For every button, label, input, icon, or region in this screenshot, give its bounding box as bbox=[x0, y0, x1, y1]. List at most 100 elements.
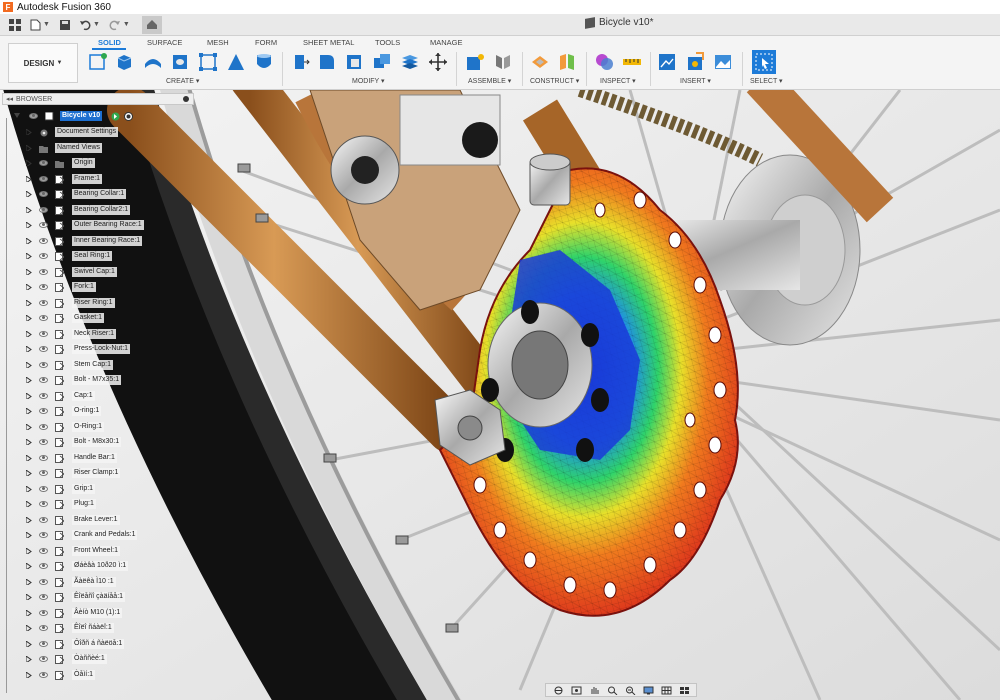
tree-item-label[interactable]: Outer Bearing Race:1 bbox=[72, 220, 144, 230]
expand-right-icon[interactable] bbox=[26, 517, 32, 523]
activate-icon[interactable] bbox=[111, 112, 120, 121]
tab-mesh[interactable]: MESH bbox=[207, 38, 229, 47]
expand-right-icon[interactable] bbox=[26, 191, 32, 197]
visibility-eye-icon[interactable] bbox=[39, 300, 48, 306]
pan-button[interactable] bbox=[589, 686, 600, 695]
visibility-eye-icon[interactable] bbox=[39, 532, 48, 538]
visibility-eye-icon[interactable] bbox=[39, 238, 48, 244]
tree-item-label[interactable]: O-ring:1 bbox=[72, 406, 102, 416]
visibility-eye-icon[interactable] bbox=[39, 207, 48, 213]
fillet-button[interactable] bbox=[317, 52, 337, 72]
tree-item-label[interactable]: Fork:1 bbox=[72, 282, 96, 292]
visibility-eye-icon[interactable] bbox=[39, 656, 48, 662]
expand-right-icon[interactable] bbox=[26, 284, 32, 290]
display-settings-button[interactable] bbox=[643, 686, 654, 695]
split-body-button[interactable] bbox=[400, 52, 420, 72]
expand-right-icon[interactable] bbox=[26, 331, 32, 337]
fit-button[interactable] bbox=[625, 686, 636, 695]
visibility-eye-icon[interactable] bbox=[39, 377, 48, 383]
tree-item-label[interactable]: O-Ring:1 bbox=[72, 422, 105, 432]
expand-right-icon[interactable] bbox=[26, 455, 32, 461]
home-button[interactable] bbox=[141, 15, 162, 34]
visibility-eye-icon[interactable] bbox=[39, 393, 48, 399]
tree-item-label[interactable]: Brake Lever:1 bbox=[72, 515, 120, 525]
pattern-button[interactable] bbox=[198, 52, 218, 72]
tree-item-label[interactable]: Ãàëêà Ì10 :1 bbox=[72, 577, 116, 587]
viewports-button[interactable] bbox=[679, 686, 690, 695]
file-menu-caret-icon[interactable]: ▼ bbox=[43, 21, 50, 28]
tree-item-label[interactable]: Inner Bearing Race:1 bbox=[72, 236, 143, 246]
midplane-button[interactable] bbox=[557, 52, 577, 72]
visibility-eye-icon[interactable] bbox=[39, 284, 48, 290]
expand-right-icon[interactable] bbox=[26, 579, 32, 585]
sweep-button[interactable] bbox=[226, 52, 246, 72]
grid-settings-button[interactable] bbox=[661, 686, 672, 695]
visibility-eye-icon[interactable] bbox=[39, 548, 48, 554]
tree-item-label[interactable]: Press-Lock-Nut:1 bbox=[72, 344, 131, 354]
tab-solid[interactable]: SOLID bbox=[98, 38, 121, 47]
visibility-eye-icon[interactable] bbox=[39, 610, 48, 616]
shell-button[interactable] bbox=[344, 52, 364, 72]
tree-item-label[interactable]: Ôîðñ á ñàëöå:1 bbox=[72, 639, 125, 649]
expand-right-icon[interactable] bbox=[26, 610, 32, 616]
offset-plane-button[interactable] bbox=[530, 52, 550, 72]
extrude-button[interactable] bbox=[114, 52, 134, 72]
tree-item-label[interactable]: Òàññèé:1 bbox=[72, 654, 107, 664]
visibility-eye-icon[interactable] bbox=[39, 176, 48, 182]
tree-item-label[interactable]: Origin bbox=[72, 158, 95, 168]
expand-right-icon[interactable] bbox=[26, 470, 32, 476]
tree-item-label[interactable]: Crank and Pedals:1 bbox=[72, 530, 138, 540]
undo-caret-icon[interactable]: ▼ bbox=[93, 21, 100, 28]
tab-tools[interactable]: TOOLS bbox=[375, 38, 400, 47]
document-tab[interactable]: Bicycle v10* bbox=[585, 16, 653, 29]
tab-surface[interactable]: SURFACE bbox=[147, 38, 182, 47]
expand-right-icon[interactable] bbox=[26, 563, 32, 569]
expand-right-icon[interactable] bbox=[26, 253, 32, 259]
expand-right-icon[interactable] bbox=[26, 269, 32, 275]
expand-right-icon[interactable] bbox=[26, 300, 32, 306]
tree-item-label[interactable]: Front Wheel:1 bbox=[72, 546, 120, 556]
tree-item-label[interactable]: Handle Bar:1 bbox=[72, 453, 117, 463]
tree-item-label[interactable]: Êîëî ñáàëî:1 bbox=[72, 623, 114, 633]
visibility-eye-icon[interactable] bbox=[39, 625, 48, 631]
visibility-eye-icon[interactable] bbox=[39, 594, 48, 600]
expand-right-icon[interactable] bbox=[26, 377, 32, 383]
tree-item-label[interactable]: Gasket:1 bbox=[72, 313, 105, 323]
expand-right-icon[interactable] bbox=[26, 207, 32, 213]
joint-button[interactable] bbox=[493, 52, 513, 72]
tree-item-label[interactable]: Stem Cap:1 bbox=[72, 360, 113, 370]
expand-right-icon[interactable] bbox=[26, 439, 32, 445]
expand-right-icon[interactable] bbox=[26, 315, 32, 321]
visibility-eye-icon[interactable] bbox=[39, 641, 48, 647]
create-menu[interactable]: CREATE ▾ bbox=[166, 77, 199, 85]
expand-right-icon[interactable] bbox=[26, 625, 32, 631]
visibility-eye-icon[interactable] bbox=[39, 222, 48, 228]
zoom-button[interactable] bbox=[607, 686, 618, 695]
tree-item-label[interactable]: Âèíò M10 (1):1 bbox=[72, 608, 123, 618]
workspace-switcher[interactable]: DESIGN ▼ bbox=[8, 43, 78, 83]
expand-right-icon[interactable] bbox=[26, 129, 32, 135]
tree-item-label[interactable]: Bearing Collar2:1 bbox=[72, 205, 131, 215]
visibility-eye-icon[interactable] bbox=[39, 408, 48, 414]
look-at-button[interactable] bbox=[571, 686, 582, 695]
browser-panel-header[interactable]: ◂◂ BROWSER bbox=[2, 93, 194, 105]
hole-button[interactable] bbox=[170, 52, 190, 72]
visibility-eye-icon[interactable] bbox=[39, 439, 48, 445]
tree-item-label[interactable]: Riser Clamp:1 bbox=[72, 468, 121, 478]
tree-item-label[interactable]: Bolt - M8x30:1 bbox=[72, 437, 122, 447]
visibility-eye-icon[interactable] bbox=[39, 486, 48, 492]
undo-button[interactable] bbox=[76, 16, 94, 34]
tree-item-label[interactable]: Neck Riser:1 bbox=[72, 329, 117, 339]
tree-item-label[interactable]: Bearing Collar:1 bbox=[72, 189, 127, 199]
visibility-eye-icon[interactable] bbox=[39, 269, 48, 275]
visibility-eye-icon[interactable] bbox=[39, 455, 48, 461]
assemble-menu[interactable]: ASSEMBLE ▾ bbox=[468, 77, 511, 85]
canvas-viewport[interactable] bbox=[0, 90, 1000, 700]
insert-mesh-button[interactable] bbox=[686, 52, 706, 72]
combine-button[interactable] bbox=[372, 52, 392, 72]
visibility-eye-icon[interactable] bbox=[39, 331, 48, 337]
root-component-label[interactable]: Bicycle v10 bbox=[60, 111, 103, 121]
tree-item-label[interactable]: Swivel Cap:1 bbox=[72, 267, 117, 277]
orbit-button[interactable] bbox=[553, 686, 564, 695]
visibility-eye-icon[interactable] bbox=[39, 253, 48, 259]
